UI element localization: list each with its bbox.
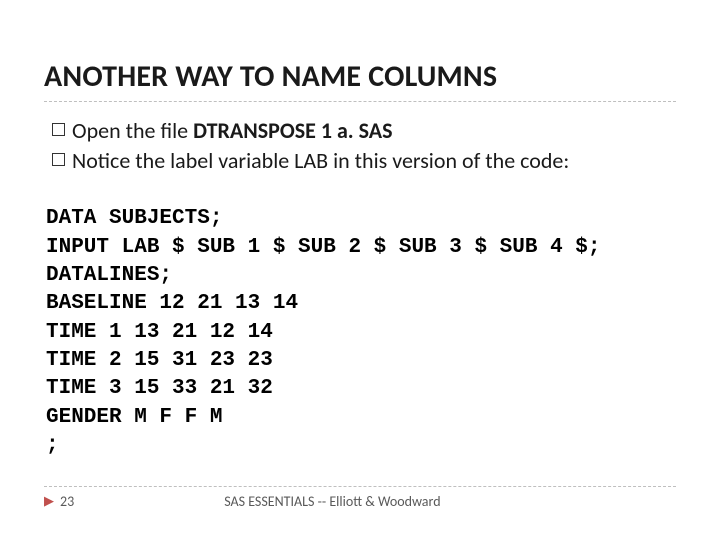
- slide-title: ANOTHER WAY TO NAME COLUMNS: [44, 58, 676, 95]
- footer-row: ▶ 23 SAS ESSENTIALS -- Elliott & Woodwar…: [44, 493, 676, 510]
- footer-marker-icon: ▶: [44, 494, 54, 509]
- bullet-strong: DTRANSPOSE 1 a. SAS: [193, 117, 392, 144]
- bullet-text: Open the file DTRANSPOSE 1 a. SAS: [72, 116, 676, 146]
- bullet-list: Open the file DTRANSPOSE 1 a. SAS Notice…: [52, 116, 676, 175]
- footer-text: SAS ESSENTIALS -- Elliott & Woodward: [224, 493, 676, 510]
- title-divider: [44, 101, 676, 102]
- footer: ▶ 23 SAS ESSENTIALS -- Elliott & Woodwar…: [44, 486, 676, 510]
- bullet-item: Notice the label variable LAB in this ve…: [52, 146, 676, 176]
- page-number: 23: [60, 493, 74, 510]
- bullet-prefix: Notice the label variable LAB in this ve…: [72, 147, 569, 174]
- code-block: DATA SUBJECTS; INPUT LAB $ SUB 1 $ SUB 2…: [46, 205, 676, 460]
- footer-divider: [44, 486, 676, 487]
- bullet-item: Open the file DTRANSPOSE 1 a. SAS: [52, 116, 676, 146]
- square-bullet-icon: [52, 123, 65, 136]
- bullet-prefix: Open the file: [72, 117, 193, 144]
- square-bullet-icon: [52, 153, 65, 166]
- bullet-text: Notice the label variable LAB in this ve…: [72, 146, 676, 176]
